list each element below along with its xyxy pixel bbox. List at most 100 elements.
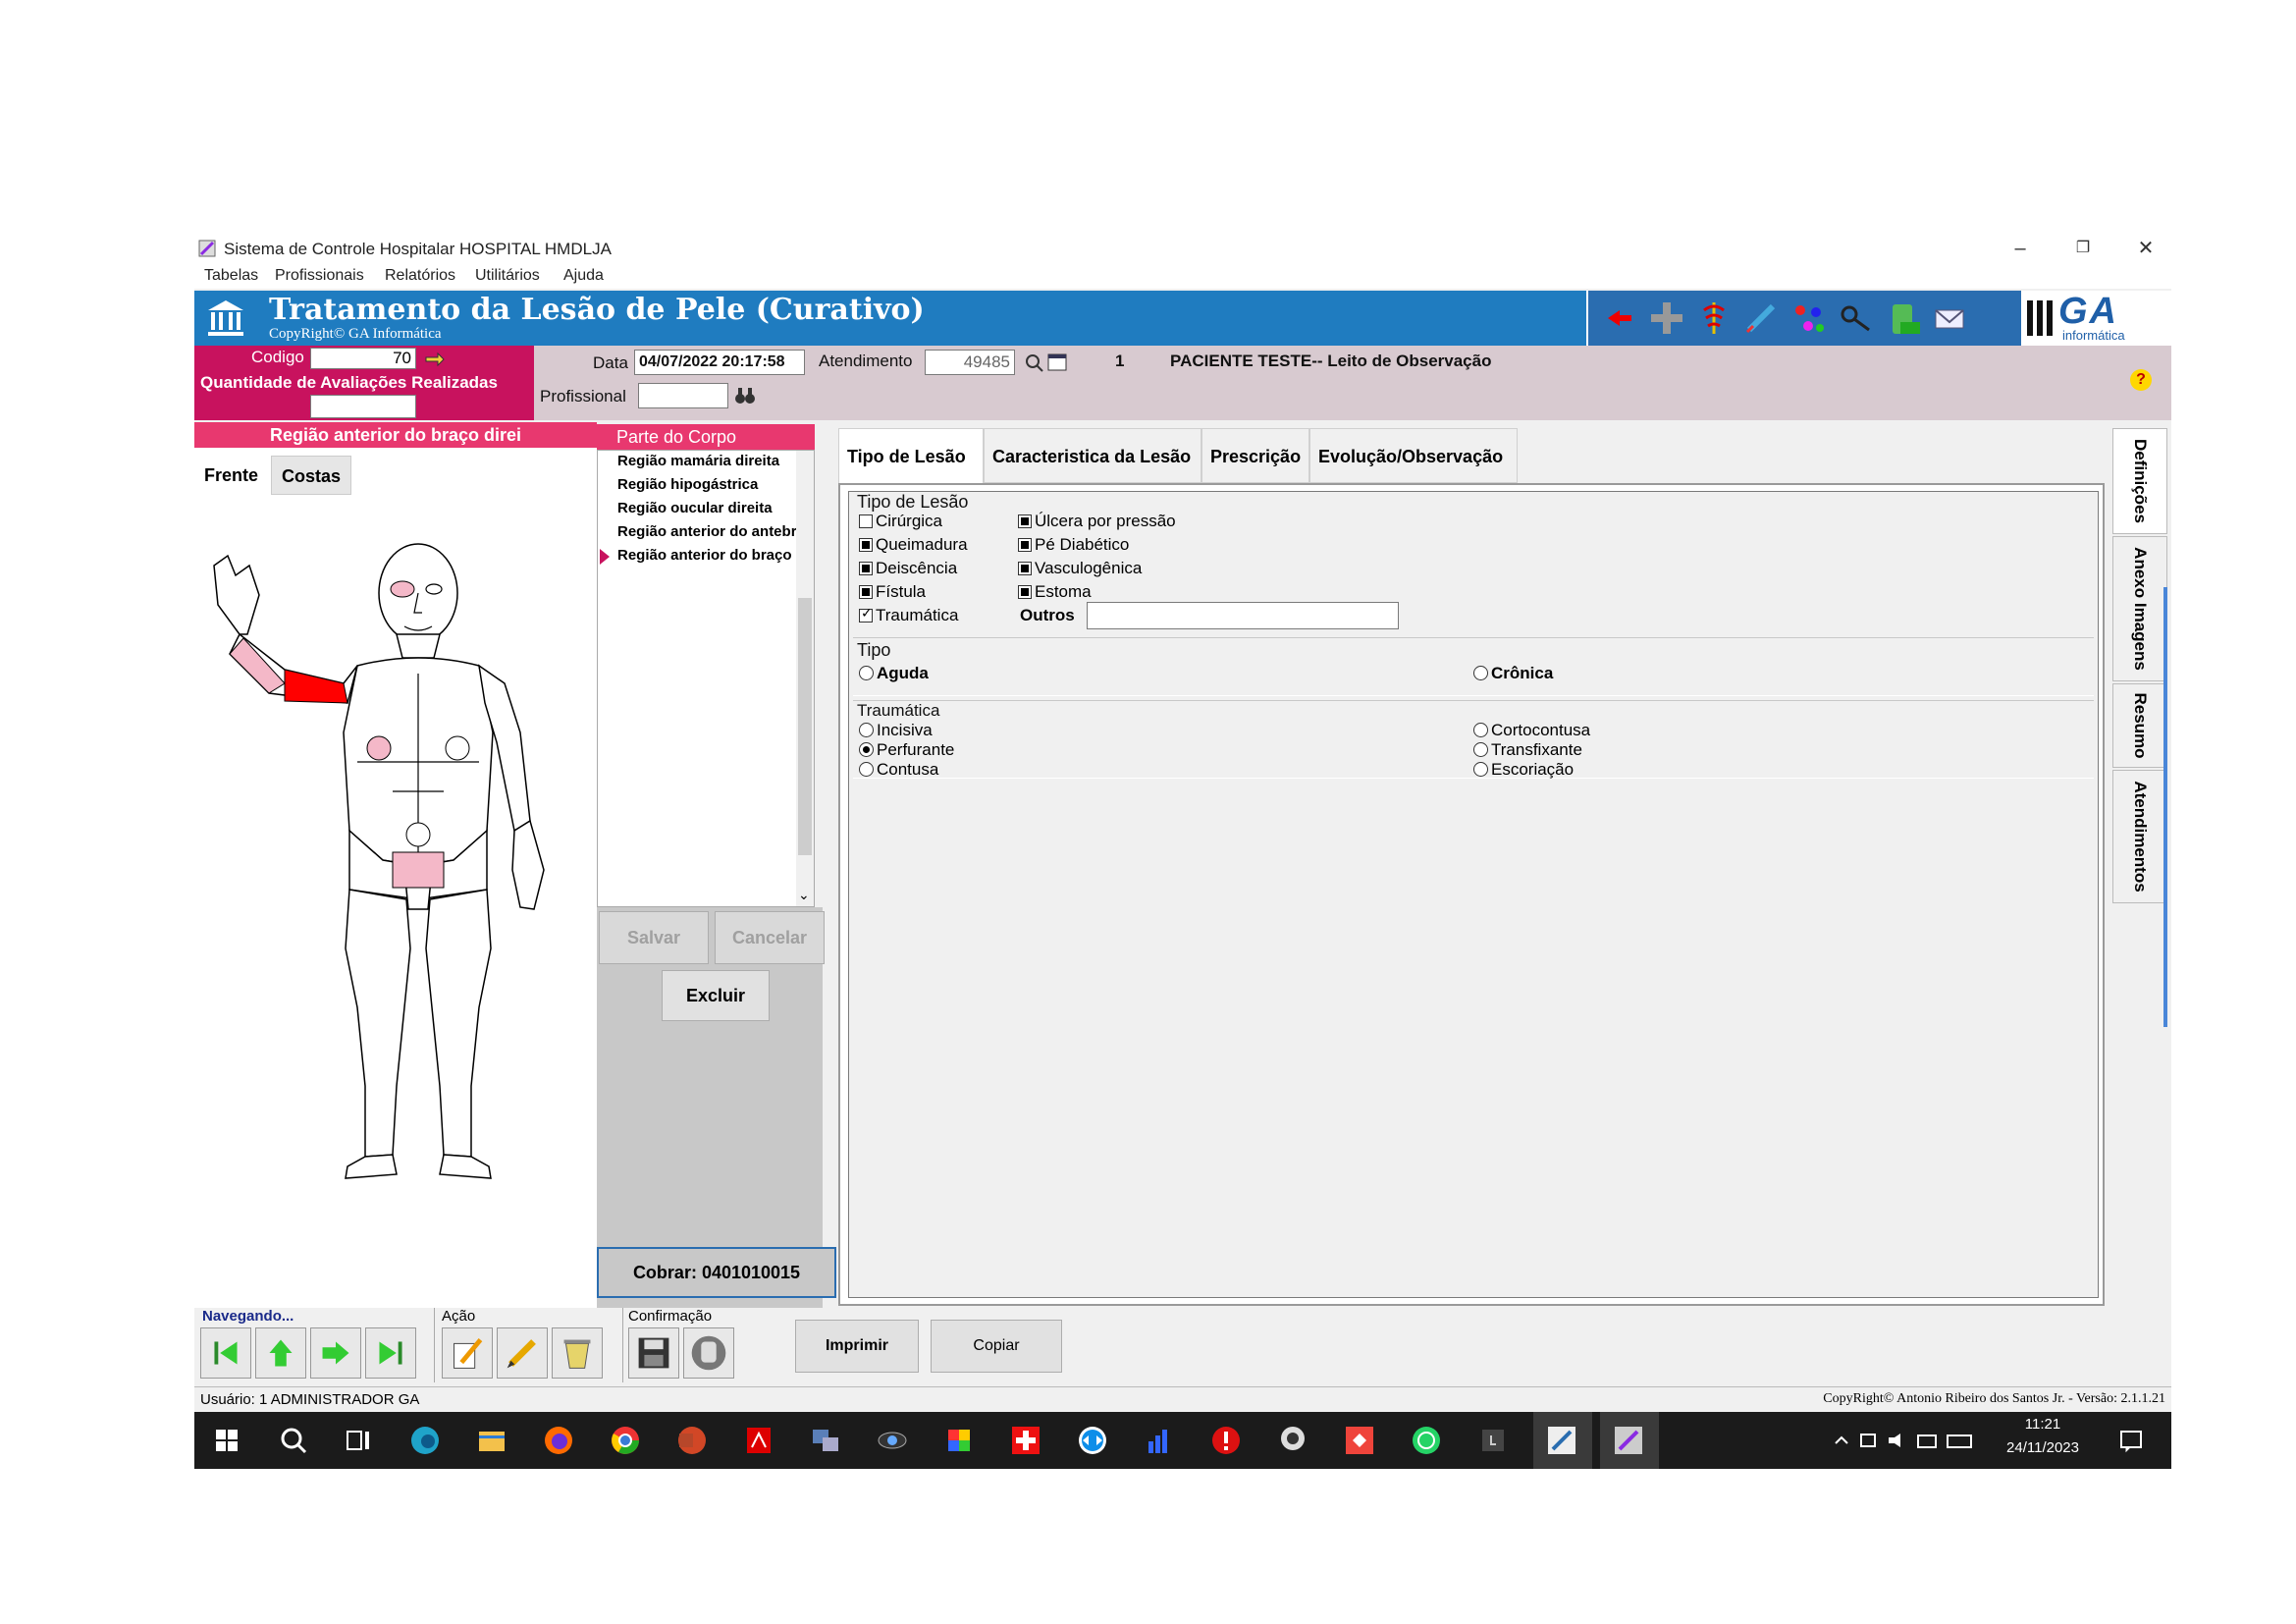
task-view-icon[interactable] [342,1424,375,1457]
first-record-icon[interactable] [200,1327,251,1379]
list-item[interactable]: Região mamária direita [617,453,810,469]
last-record-icon[interactable] [365,1327,416,1379]
chrome-icon[interactable] [609,1424,642,1457]
atendimento-field[interactable]: 49485 [925,350,1015,375]
hospital-system-icon-2[interactable] [1612,1424,1645,1457]
transfixante-radio[interactable]: Transfixante [1473,740,1582,760]
copiar-button[interactable]: Copiar [931,1320,1062,1373]
cube-app-icon[interactable] [942,1424,976,1457]
cortocontusa-radio[interactable]: Cortocontusa [1473,721,1590,740]
eye-app-icon[interactable] [876,1424,909,1457]
medical-caduceus-icon[interactable] [1694,298,1734,338]
ulcera-checkbox[interactable]: Úlcera por pressão [1018,512,1176,531]
next-record-icon[interactable] [310,1327,361,1379]
cobrar-button[interactable]: Cobrar: 0401010015 [597,1247,836,1298]
email-icon[interactable] [1930,298,1969,338]
data-field[interactable]: 04/07/2022 20:17:58 [634,350,805,375]
tab-atendimentos[interactable]: Atendimentos [2112,770,2167,903]
notification-icon[interactable] [2118,1428,2144,1453]
cirurgica-checkbox[interactable]: Cirúrgica [859,512,942,531]
restore-button[interactable]: ❐ [2054,236,2112,261]
save-floppy-icon[interactable] [628,1327,679,1379]
edit-pencil-icon[interactable] [497,1327,548,1379]
perfurante-radio[interactable]: Perfurante [859,740,954,760]
menu-ajuda[interactable]: Ajuda [563,267,604,285]
tab-resumo[interactable]: Resumo [2112,683,2167,768]
help-icon[interactable]: ? [2130,369,2152,391]
tab-tipo-lesao[interactable]: Tipo de Lesão [838,428,984,483]
search-icon[interactable] [277,1424,310,1457]
escoriacao-radio[interactable]: Escoriação [1473,760,1574,780]
estoma-checkbox[interactable]: Estoma [1018,582,1092,602]
outros-field[interactable] [1087,602,1399,629]
fistula-checkbox[interactable]: Fístula [859,582,926,602]
excluir-button[interactable]: Excluir [662,970,770,1021]
cancelar-button[interactable]: Cancelar [715,911,825,964]
list-scrollbar[interactable]: ⌄ [796,451,814,906]
menu-utilitarios[interactable]: Utilitários [475,267,540,285]
list-item[interactable]: Região anterior do braço direito [617,547,810,564]
new-record-icon[interactable] [442,1327,493,1379]
syringe-icon[interactable] [1741,298,1781,338]
incisiva-radio[interactable]: Incisiva [859,721,933,740]
trash-bin-icon[interactable] [552,1327,603,1379]
anydesk-icon[interactable] [1343,1424,1376,1457]
teamviewer-icon[interactable] [1076,1424,1109,1457]
tab-costas[interactable]: Costas [271,456,352,495]
tab-evolucao[interactable]: Evolução/Observação [1309,428,1518,483]
whatsapp-icon[interactable] [1410,1424,1443,1457]
list-item[interactable]: Região oucular direita [617,500,810,516]
powerpoint-icon[interactable] [675,1424,709,1457]
file-explorer-icon[interactable] [475,1424,508,1457]
contusa-radio[interactable]: Contusa [859,760,938,780]
molecule-icon[interactable] [1789,298,1828,338]
minimize-button[interactable]: – [1991,236,2050,261]
profissional-field[interactable] [638,383,728,408]
binoculars-icon[interactable] [734,385,756,406]
deiscencia-checkbox[interactable]: Deiscência [859,559,957,578]
sms-phone-icon[interactable] [1883,298,1922,338]
cronica-radio[interactable]: Crônica [1473,664,1553,683]
list-item[interactable]: Região anterior do antebraço [617,523,810,540]
close-button[interactable]: ✕ [2116,236,2171,261]
body-figure[interactable] [200,536,554,1184]
pdf-reader-icon[interactable] [742,1424,775,1457]
aguda-radio[interactable]: Aguda [859,664,929,683]
firefox-icon[interactable] [542,1424,575,1457]
tab-prescricao[interactable]: Prescrição [1201,428,1309,483]
edge-browser-icon[interactable] [408,1424,442,1457]
hospital-system-icon[interactable] [1545,1424,1578,1457]
tab-anexo-imagens[interactable]: Anexo Imagens [2112,536,2167,681]
bar-chart-app-icon[interactable] [1143,1424,1176,1457]
search-calendar-icon[interactable] [1025,352,1070,373]
back-arrow-icon[interactable] [1600,298,1639,338]
prev-record-icon[interactable] [255,1327,306,1379]
queimadura-checkbox[interactable]: Queimadura [859,535,968,555]
codigo-field[interactable]: 70 [310,348,416,369]
traumatica-checkbox[interactable]: Traumática [859,605,958,625]
stop-hand-icon[interactable] [683,1327,734,1379]
keys-icon[interactable] [1836,298,1875,338]
imprimir-button[interactable]: Imprimir [795,1320,919,1373]
hospital-cross-icon[interactable] [1647,298,1686,338]
menu-profissionais[interactable]: Profissionais [275,267,364,285]
menu-relatorios[interactable]: Relatórios [385,267,455,285]
app-l-icon[interactable] [1476,1424,1510,1457]
medical-cross-app-icon[interactable] [1009,1424,1042,1457]
tab-frente[interactable]: Frente [194,456,269,495]
salvar-button[interactable]: Salvar [599,911,709,964]
vasculogenica-checkbox[interactable]: Vasculogênica [1018,559,1142,578]
menu-tabelas[interactable]: Tabelas [204,267,258,285]
scrollbar-thumb[interactable] [798,598,812,855]
system-tray-icons[interactable] [1832,1430,1979,1451]
alert-app-icon[interactable] [1209,1424,1243,1457]
windows-start-icon[interactable] [210,1424,243,1457]
camera-app-icon[interactable] [1276,1424,1309,1457]
scroll-down-icon[interactable]: ⌄ [798,887,810,903]
tab-definicoes[interactable]: Definições [2112,428,2167,534]
network-app-icon[interactable] [809,1424,842,1457]
tab-caracteristica[interactable]: Caracteristica da Lesão [984,428,1201,483]
pe-diabetico-checkbox[interactable]: Pé Diabético [1018,535,1129,555]
avaliacoes-field[interactable] [310,395,416,418]
list-item[interactable]: Região hipogástrica [617,476,810,493]
